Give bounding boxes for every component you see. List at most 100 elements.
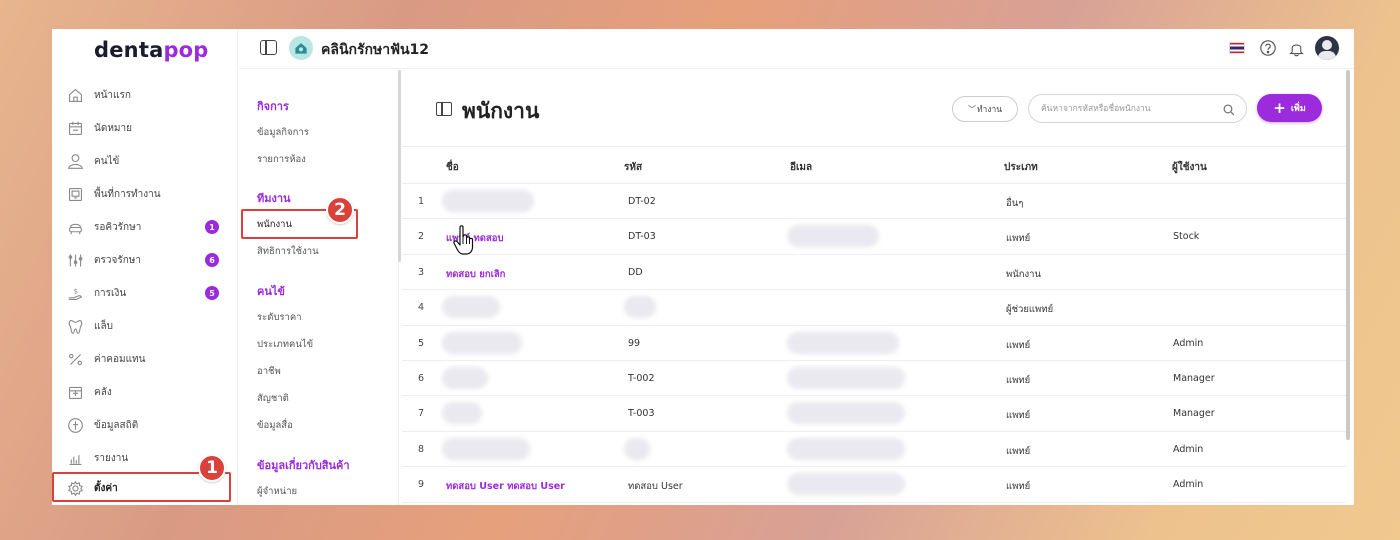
add-staff-button[interactable]: + เพิ่ม xyxy=(1257,94,1322,122)
sidebar-item-appointments[interactable]: นัดหมาย xyxy=(52,113,238,143)
subnav-heading-business: กิจการ xyxy=(257,100,289,113)
subnav-item-permissions[interactable]: สิทธิการใช้งาน xyxy=(257,244,319,259)
staff-user: Admin xyxy=(1173,443,1204,455)
staff-name-link[interactable]: ทดสอบ ยกเลิก xyxy=(446,267,505,282)
dentapop-logo[interactable]: dentapop xyxy=(94,38,209,62)
sidebar-toggle-icon[interactable] xyxy=(260,40,277,55)
staff-user: Admin xyxy=(1173,479,1204,491)
table-row[interactable]: 4 ผู้ช่วยแพทย์ xyxy=(402,290,1346,326)
row-number: 4 xyxy=(418,302,425,314)
hand-pointer-icon xyxy=(453,225,474,255)
sidebar-item-label: พื้นที่การทำงาน xyxy=(94,188,161,200)
plus-icon: + xyxy=(1273,98,1286,117)
table-row[interactable]: 7 T-003 แพทย์ Manager xyxy=(402,396,1346,432)
top-actions xyxy=(1229,35,1339,61)
staff-code: T-002 xyxy=(628,372,655,384)
sidebar-item-inventory[interactable]: คลัง xyxy=(52,377,238,407)
staff-user: Admin xyxy=(1173,337,1204,349)
money-hand-icon: $ xyxy=(67,285,84,302)
sidebar-item-label: หน้าแรก xyxy=(94,89,131,101)
subnav-item-rooms[interactable]: รายการห้อง xyxy=(257,152,306,167)
row-number: 5 xyxy=(418,337,425,349)
subnav-item-patient-types[interactable]: ประเภทคนไข้ xyxy=(257,337,313,352)
main-scrollbar[interactable] xyxy=(1346,70,1350,440)
sidebar-item-lab[interactable]: แล็บ xyxy=(52,311,238,341)
sidebar-item-commission[interactable]: ค่าคอมแทน xyxy=(52,344,238,374)
add-button-label: เพิ่ม xyxy=(1290,104,1306,114)
subnav-item-price-levels[interactable]: ระดับราคา xyxy=(257,310,302,325)
blurred-email xyxy=(787,225,879,248)
sidebar-item-statistics[interactable]: ข้อมูลสถิติ xyxy=(52,410,238,440)
sidebar-item-finance[interactable]: $ การเงิน 5 xyxy=(52,278,238,308)
finance-count-badge: 5 xyxy=(205,286,219,300)
percent-icon xyxy=(67,351,84,368)
status-filter-dropdown[interactable]: ﹀ ทำงาน xyxy=(952,96,1018,122)
page-title: พนักงาน xyxy=(462,99,540,123)
queue-count-badge: 1 xyxy=(205,220,219,234)
dental-chair-icon xyxy=(67,219,84,236)
staff-type: พนักงาน xyxy=(1006,268,1041,280)
search-input[interactable] xyxy=(1041,101,1216,117)
subnav-heading-products: ข้อมูลเกี่ยวกับสินค้า xyxy=(257,459,350,472)
table-row[interactable]: 9 ทดสอบ User ทดสอบ User ทดสอบ User แพทย์… xyxy=(402,467,1346,503)
avatar[interactable] xyxy=(1315,36,1339,60)
subnav-heading-patients: คนไข้ xyxy=(257,285,285,298)
staff-type: แพทย์ xyxy=(1006,445,1031,457)
column-header-type[interactable]: ประเภท xyxy=(1004,160,1038,175)
table-row[interactable]: 1 DT-02 อื่นๆ xyxy=(402,184,1346,220)
staff-code: ทดสอบ User xyxy=(628,481,683,493)
sidebar-item-label: คลัง xyxy=(94,386,112,398)
table-row[interactable]: 5 99 แพทย์ Admin xyxy=(402,326,1346,361)
staff-type: แพทย์ xyxy=(1006,481,1031,493)
table-row[interactable]: 6 T-002 แพทย์ Manager xyxy=(402,361,1346,397)
column-header-code[interactable]: รหัส xyxy=(624,160,642,175)
staff-code: 99 xyxy=(628,337,641,349)
step-1-marker: 1 xyxy=(198,454,226,482)
staff-type: แพทย์ xyxy=(1006,374,1031,386)
blurred-name xyxy=(442,296,500,319)
blurred-name xyxy=(442,331,522,354)
subnav-item-occupations[interactable]: อาชีพ xyxy=(257,364,281,379)
sidebar-item-workspace[interactable]: พื้นที่การทำงาน xyxy=(52,179,238,209)
subnav-heading-team: ทีมงาน xyxy=(257,192,291,205)
user-icon xyxy=(67,153,84,170)
table-row[interactable]: 2 แพทย์ ทดสอบ DT-03 แพทย์ Stock xyxy=(402,219,1346,255)
svg-text:$: $ xyxy=(74,287,78,295)
staff-code: DT-03 xyxy=(628,231,656,243)
clinic-name[interactable]: คลินิกรักษาฟัน12 xyxy=(321,39,429,61)
thai-flag-icon[interactable] xyxy=(1229,42,1245,54)
blurred-email xyxy=(787,473,905,496)
calendar-icon xyxy=(67,120,84,137)
column-header-email[interactable]: อีเมล xyxy=(790,160,812,175)
sidebar-item-patients[interactable]: คนไข้ xyxy=(52,146,238,176)
blurred-code xyxy=(624,437,650,460)
subnav-scrollbar[interactable] xyxy=(398,70,401,262)
subnav-item-suppliers[interactable]: ผู้จำหน่าย xyxy=(257,484,297,499)
column-header-name[interactable]: ชื่อ xyxy=(446,160,459,175)
sidebar-item-label: ตรวจรักษา xyxy=(94,254,141,266)
table-row[interactable]: 8 แพทย์ Admin xyxy=(402,432,1346,468)
clinic-home-icon xyxy=(289,36,313,60)
subnav-item-business-info[interactable]: ข้อมูลกิจการ xyxy=(257,125,309,140)
table-row[interactable]: 3 ทดสอบ ยกเลิก DD พนักงาน xyxy=(402,255,1346,291)
bell-icon[interactable] xyxy=(1287,39,1305,57)
blurred-name xyxy=(442,402,482,425)
subnav-item-media[interactable]: ข้อมูลสื่อ xyxy=(257,418,293,433)
staff-name-link[interactable]: ทดสอบ User ทดสอบ User xyxy=(446,479,565,494)
sidebar-item-treatment[interactable]: ตรวจรักษา 6 xyxy=(52,245,238,275)
sidebar-item-home[interactable]: หน้าแรก xyxy=(52,80,238,110)
row-number: 8 xyxy=(418,443,425,455)
report-chart-icon xyxy=(67,450,84,467)
blurred-name xyxy=(442,437,530,460)
panel-icon[interactable] xyxy=(436,102,452,116)
treatment-count-badge: 6 xyxy=(205,253,219,267)
help-icon[interactable] xyxy=(1259,39,1277,57)
sidebar-item-label: คนไข้ xyxy=(94,155,120,167)
column-header-user[interactable]: ผู้ใช้งาน xyxy=(1172,160,1207,175)
search-icon[interactable] xyxy=(1222,102,1236,116)
subnav-item-nationalities[interactable]: สัญชาติ xyxy=(257,391,289,406)
staff-type: อื่นๆ xyxy=(1006,198,1024,209)
sidebar-item-queue[interactable]: รอคิวรักษา 1 xyxy=(52,212,238,242)
row-number: 3 xyxy=(418,266,425,278)
blurred-email xyxy=(787,402,905,425)
